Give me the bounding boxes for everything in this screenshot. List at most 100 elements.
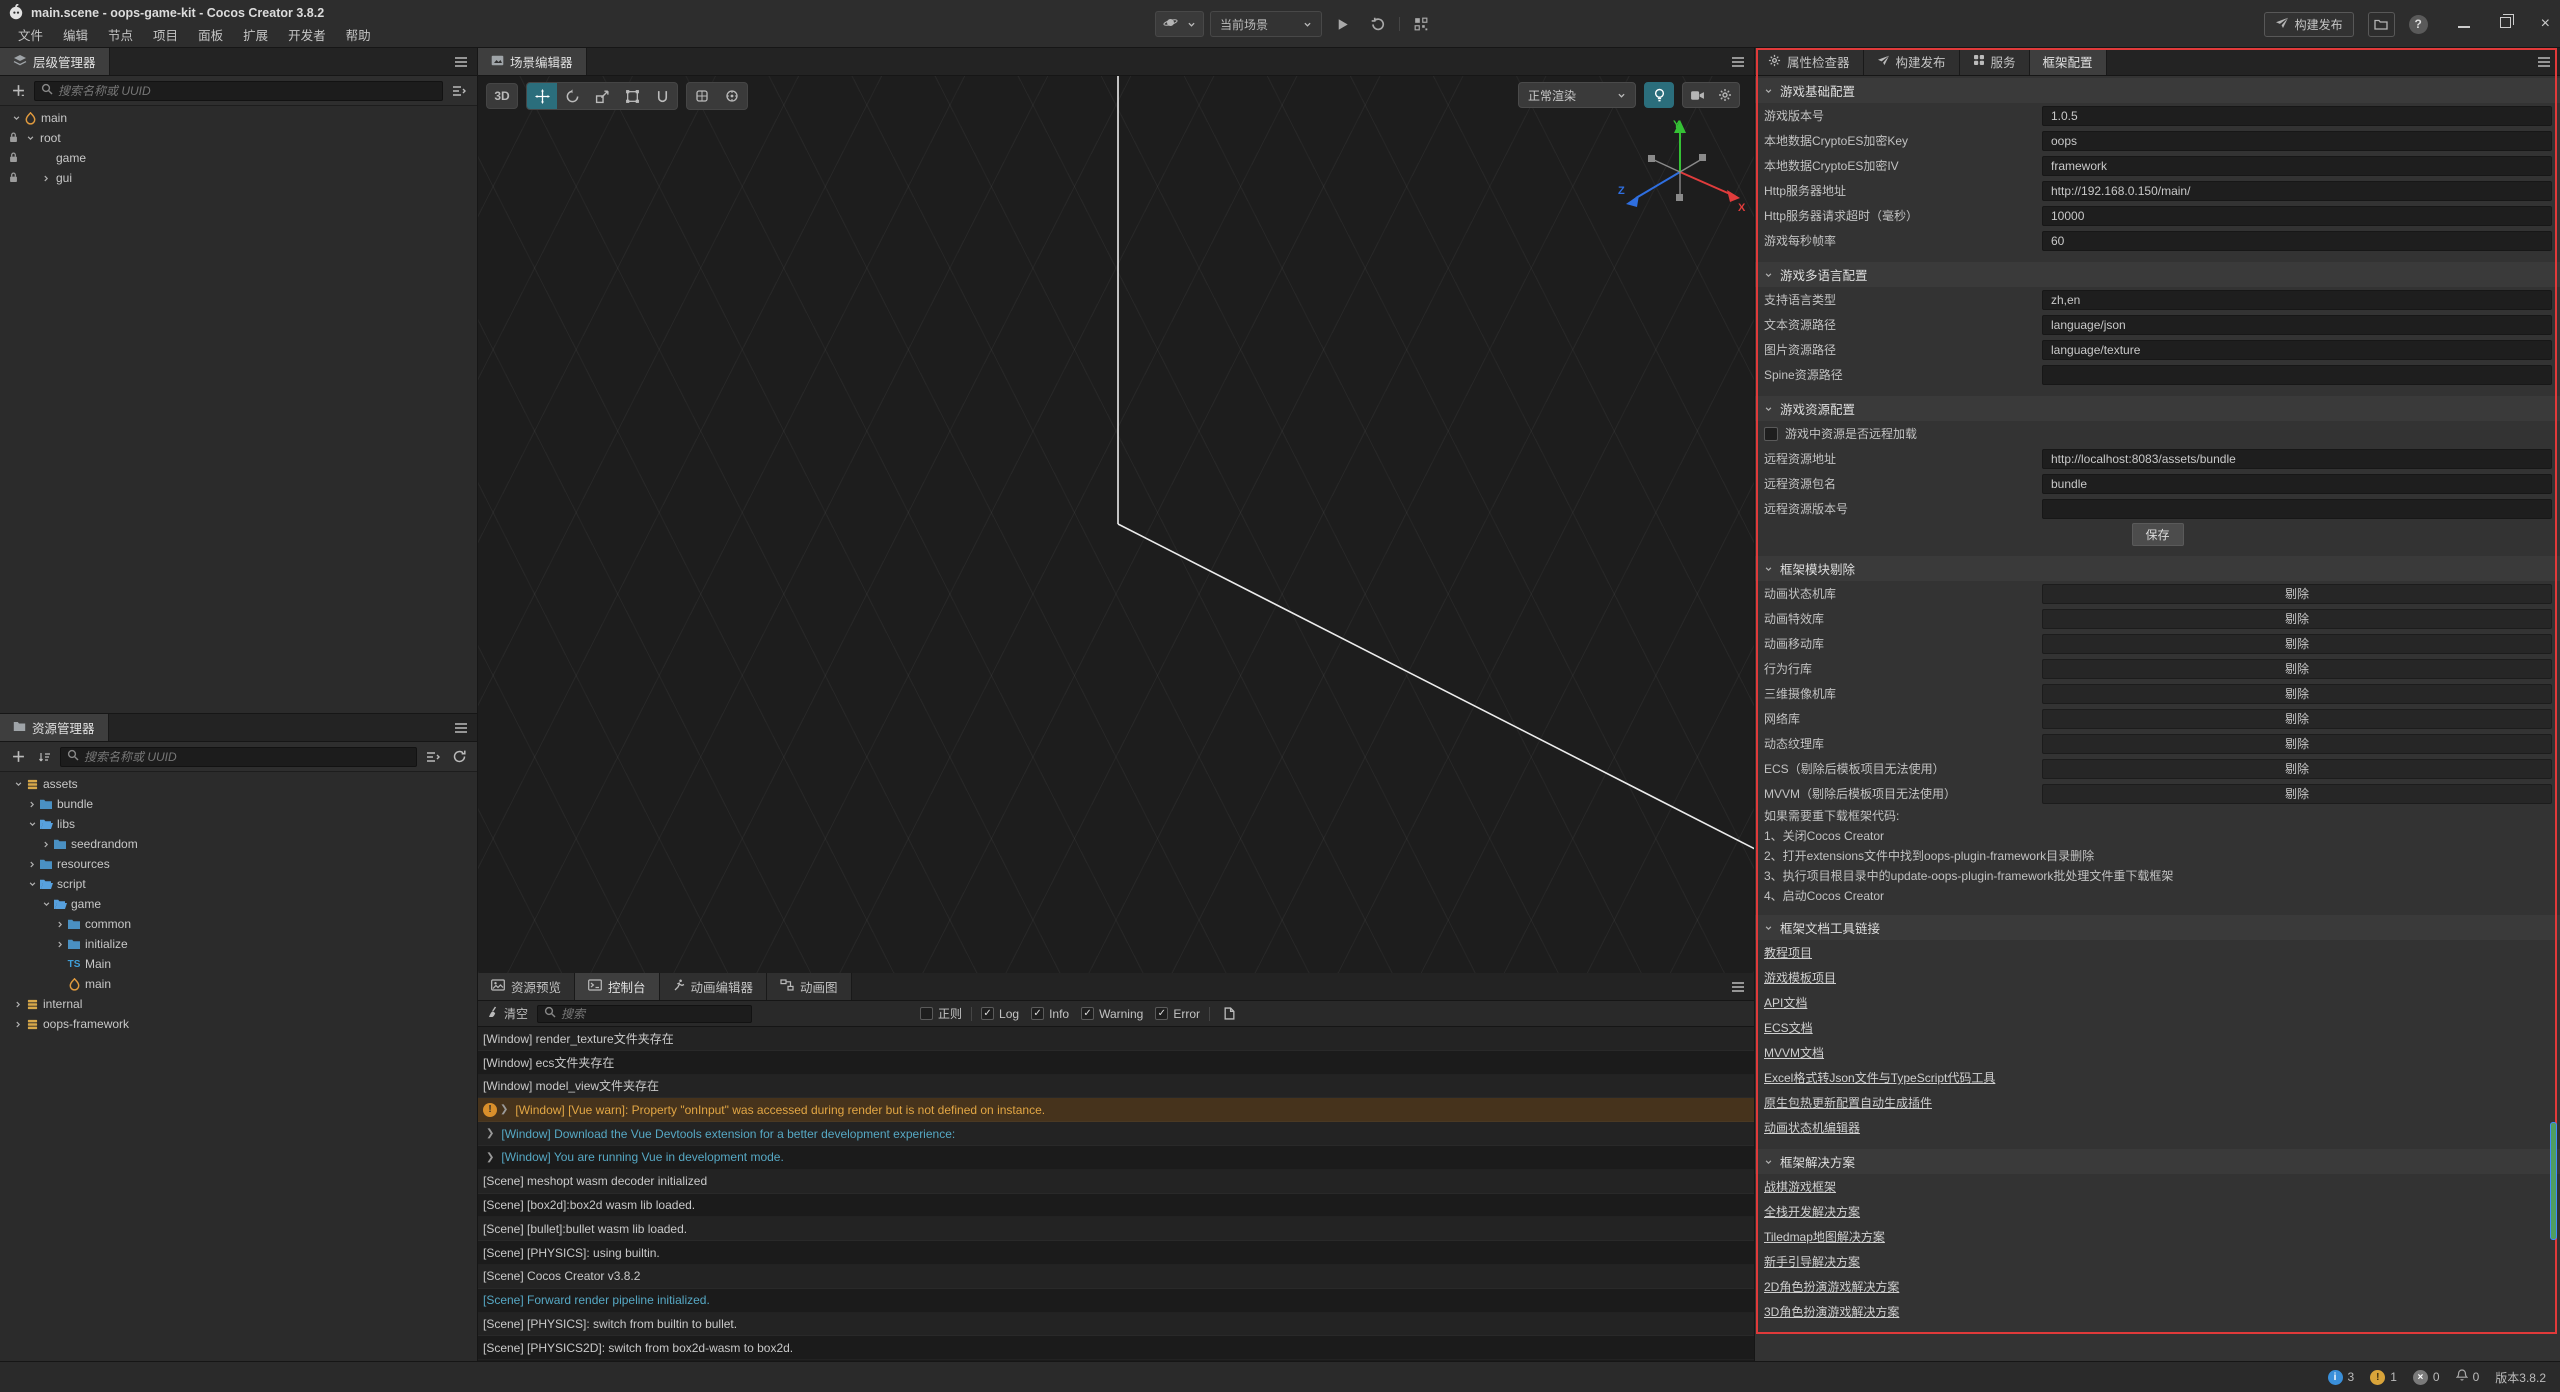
assets-node-seedrandom[interactable]: seedrandom bbox=[0, 834, 477, 854]
hierarchy-menu-icon[interactable] bbox=[454, 56, 468, 71]
preview-scene-select[interactable]: 当前场景 bbox=[1210, 11, 1322, 37]
field-input-n2[interactable] bbox=[2042, 340, 2552, 360]
link-api[interactable]: API文档 bbox=[1764, 994, 1807, 1011]
filter-info-checkbox[interactable]: ✓Info bbox=[1031, 1007, 1069, 1021]
link-mvvm[interactable]: MVVM文档 bbox=[1764, 1044, 1824, 1061]
preview-qr-button[interactable] bbox=[1406, 11, 1436, 37]
assets-search[interactable] bbox=[60, 747, 417, 767]
scene-viewport[interactable]: 3D bbox=[478, 76, 1754, 973]
status-notification-badge[interactable]: 0 bbox=[2456, 1369, 2480, 1385]
field-input-http[interactable] bbox=[2042, 181, 2552, 201]
link-n1[interactable]: 游戏模板项目 bbox=[1764, 969, 1836, 986]
chevron-right-icon[interactable] bbox=[26, 800, 38, 809]
assets-search-input[interactable] bbox=[84, 750, 410, 764]
build-publish-button[interactable]: 构建发布 bbox=[2264, 12, 2354, 37]
menu-item-2[interactable]: 节点 bbox=[98, 25, 143, 47]
open-folder-button[interactable] bbox=[2368, 12, 2395, 37]
scene-light-toggle[interactable] bbox=[1644, 82, 1674, 108]
remove-module-button-3[interactable]: 剔除 bbox=[2042, 659, 2552, 679]
chevron-down-icon[interactable] bbox=[10, 114, 22, 122]
chevron-down-icon[interactable] bbox=[24, 134, 36, 142]
chevron-right-icon[interactable] bbox=[40, 840, 52, 849]
assets-node-common[interactable]: common bbox=[0, 914, 477, 934]
window-minimize-button[interactable] bbox=[2458, 17, 2470, 31]
scene-settings-button[interactable] bbox=[1711, 83, 1739, 107]
tab-n3[interactable]: 框架配置 bbox=[2030, 48, 2107, 75]
remove-module-button-7[interactable]: 剔除 bbox=[2042, 759, 2552, 779]
log-row-3[interactable]: !❯[Window] [Vue warn]: Property "onInput… bbox=[478, 1098, 1754, 1122]
hierarchy-search[interactable] bbox=[34, 81, 443, 101]
chevron-right-icon[interactable] bbox=[12, 1020, 24, 1029]
hierarchy-node-main[interactable]: main bbox=[0, 108, 477, 128]
hierarchy-filter-icon[interactable] bbox=[449, 81, 469, 101]
section-header-n5[interactable]: 框架解决方案 bbox=[1755, 1149, 2560, 1174]
chevron-right-icon[interactable] bbox=[54, 920, 66, 929]
tab-n2[interactable]: 服务 bbox=[1960, 48, 2030, 75]
gizmo-pivot-button[interactable] bbox=[687, 83, 717, 109]
remove-module-button-0[interactable]: 剔除 bbox=[2042, 584, 2552, 604]
scene-menu-icon[interactable] bbox=[1731, 56, 1745, 71]
inspector-scrollbar-thumb[interactable] bbox=[2550, 1122, 2557, 1240]
remove-module-button-5[interactable]: 剔除 bbox=[2042, 709, 2552, 729]
section-header-n2[interactable]: 游戏资源配置 bbox=[1755, 396, 2560, 421]
link-excel-json-typescript[interactable]: Excel格式转Json文件与TypeScript代码工具 bbox=[1764, 1069, 1995, 1086]
assets-node-initialize[interactable]: initialize bbox=[0, 934, 477, 954]
log-row-4[interactable]: ❯[Window] Download the Vue Devtools exte… bbox=[478, 1122, 1754, 1146]
field-input-cryptoes-key[interactable] bbox=[2042, 131, 2552, 151]
link-n6[interactable]: 原生包热更新配置自动生成插件 bbox=[1764, 1094, 1932, 1111]
save-button[interactable]: 保存 bbox=[2132, 523, 2184, 546]
assets-node-main[interactable]: TSMain bbox=[0, 954, 477, 974]
remote-load-checkbox[interactable] bbox=[1764, 427, 1778, 441]
menu-item-6[interactable]: 开发者 bbox=[278, 25, 336, 47]
scale-tool-button[interactable] bbox=[587, 83, 617, 109]
link-3d[interactable]: 3D角色扮演游戏解决方案 bbox=[1764, 1303, 1899, 1320]
menu-item-5[interactable]: 扩展 bbox=[233, 25, 278, 47]
field-input-n5[interactable] bbox=[2042, 231, 2552, 251]
status-warning-badge[interactable]: !1 bbox=[2370, 1370, 2397, 1385]
regex-checkbox[interactable]: 正则 bbox=[920, 1005, 962, 1022]
filter-log-checkbox[interactable]: ✓Log bbox=[981, 1007, 1019, 1021]
console-clear-button[interactable]: 清空 bbox=[487, 1005, 528, 1022]
remove-module-button-6[interactable]: 剔除 bbox=[2042, 734, 2552, 754]
preview-platform-button[interactable] bbox=[1155, 11, 1204, 37]
status-info-badge[interactable]: i3 bbox=[2328, 1370, 2355, 1385]
log-row-5[interactable]: ❯[Window] You are running Vue in develop… bbox=[478, 1146, 1754, 1170]
link-2d[interactable]: 2D角色扮演游戏解决方案 bbox=[1764, 1278, 1899, 1295]
scene-camera-button[interactable] bbox=[1683, 83, 1711, 107]
render-mode-select[interactable]: 正常渲染 bbox=[1518, 82, 1636, 108]
link-n0[interactable]: 战棋游戏框架 bbox=[1764, 1178, 1836, 1195]
section-header-n3[interactable]: 框架模块剔除 bbox=[1755, 556, 2560, 581]
assets-filter-icon[interactable] bbox=[423, 747, 443, 767]
hierarchy-node-root[interactable]: root bbox=[0, 128, 477, 148]
status-error-badge[interactable]: ×0 bbox=[2413, 1370, 2440, 1385]
assets-node-resources[interactable]: resources bbox=[0, 854, 477, 874]
create-asset-button[interactable] bbox=[8, 747, 28, 767]
tab-n2[interactable]: 动画编辑器 bbox=[660, 973, 768, 1000]
rotate-tool-button[interactable] bbox=[557, 83, 587, 109]
link-n3[interactable]: 新手引导解决方案 bbox=[1764, 1253, 1860, 1270]
menu-item-4[interactable]: 面板 bbox=[188, 25, 233, 47]
link-tiledmap[interactable]: Tiledmap地图解决方案 bbox=[1764, 1228, 1885, 1245]
link-ecs[interactable]: ECS文档 bbox=[1764, 1019, 1813, 1036]
tab-n1[interactable]: 控制台 bbox=[575, 973, 660, 1000]
tab-n1[interactable]: 构建发布 bbox=[1864, 48, 1960, 75]
chevron-down-icon[interactable] bbox=[40, 900, 52, 908]
section-header-n4[interactable]: 框架文档工具链接 bbox=[1755, 915, 2560, 940]
link-n7[interactable]: 动画状态机编辑器 bbox=[1764, 1119, 1860, 1136]
remove-module-button-2[interactable]: 剔除 bbox=[2042, 634, 2552, 654]
field-input-cryptoes-iv[interactable] bbox=[2042, 156, 2552, 176]
menu-item-1[interactable]: 编辑 bbox=[53, 25, 98, 47]
hierarchy-search-input[interactable] bbox=[58, 84, 436, 98]
hierarchy-node-gui[interactable]: gui bbox=[0, 168, 477, 188]
filter-warning-checkbox[interactable]: ✓Warning bbox=[1081, 1007, 1143, 1021]
remove-module-button-4[interactable]: 剔除 bbox=[2042, 684, 2552, 704]
tab-scene-editor[interactable]: 场景编辑器 bbox=[478, 48, 587, 75]
dimension-toggle-button[interactable]: 3D bbox=[486, 83, 518, 109]
chevron-right-icon[interactable] bbox=[40, 174, 52, 183]
sort-assets-button[interactable] bbox=[34, 747, 54, 767]
console-log-file-button[interactable] bbox=[1219, 1004, 1239, 1024]
chevron-down-icon[interactable] bbox=[12, 780, 24, 788]
field-input-n1[interactable] bbox=[2042, 474, 2552, 494]
expand-chevron-icon[interactable]: ❯ bbox=[500, 1104, 508, 1115]
section-header-n1[interactable]: 游戏多语言配置 bbox=[1755, 262, 2560, 287]
